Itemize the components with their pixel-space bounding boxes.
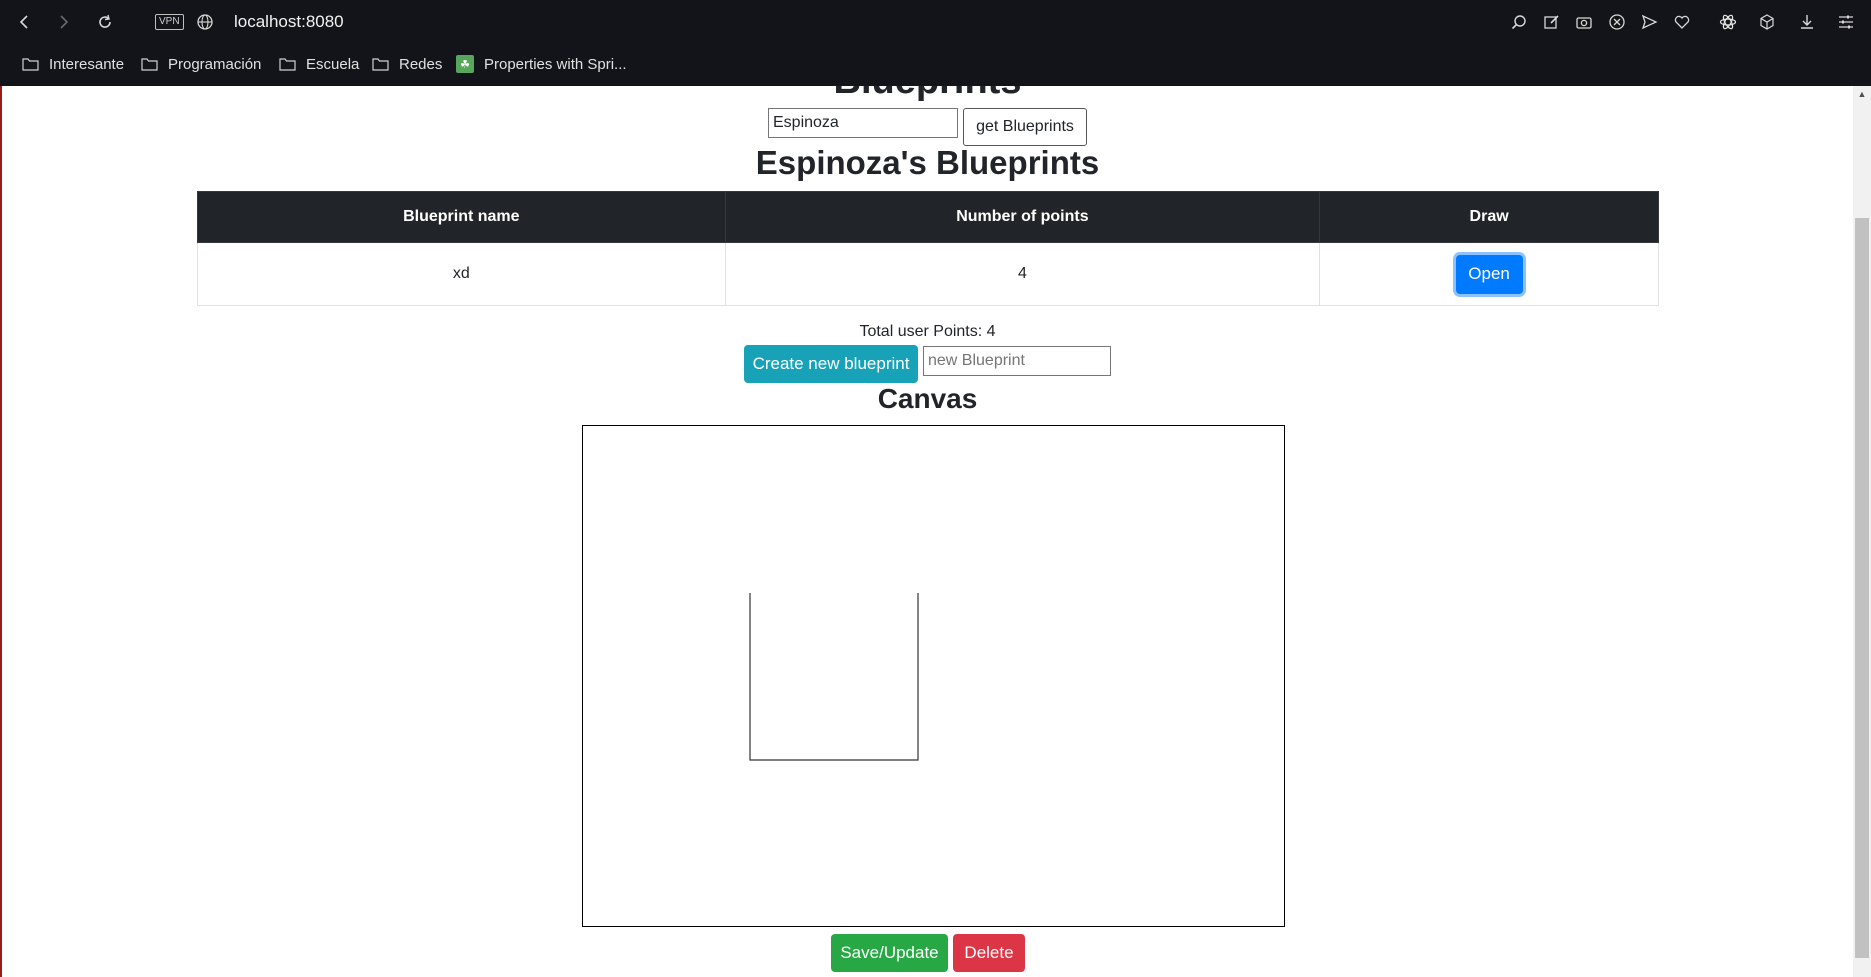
globe-icon[interactable] [194, 11, 216, 33]
bookmarks-bar: Interesante Programación Escuela Redes ☘… [0, 52, 1871, 76]
edit-icon[interactable] [1541, 11, 1563, 33]
send-icon[interactable] [1638, 11, 1660, 33]
bookmark-interesante[interactable]: Interesante [22, 52, 124, 76]
create-blueprint-button[interactable]: Create new blueprint [744, 345, 918, 383]
close-circle-icon[interactable] [1606, 11, 1628, 33]
page-content: Blueprints get Blueprints Espinoza's Blu… [2, 86, 1853, 977]
save-update-button[interactable]: Save/Update [831, 934, 948, 972]
column-header-points: Number of points [724, 191, 1321, 243]
forward-icon[interactable] [52, 11, 74, 33]
address-bar[interactable]: localhost:8080 [234, 11, 344, 33]
bookmark-label: Interesante [49, 55, 125, 73]
reload-icon[interactable] [94, 11, 116, 33]
scroll-up-arrow-icon[interactable]: ▲ [1853, 86, 1871, 102]
bookmark-redes[interactable]: Redes [372, 52, 442, 76]
new-blueprint-input[interactable] [923, 346, 1111, 376]
atom-icon[interactable] [1717, 11, 1739, 33]
browser-chrome: VPN localhost:8080 Interesante Programac… [0, 0, 1871, 86]
heart-icon[interactable] [1671, 11, 1693, 33]
settings-sliders-icon[interactable] [1835, 11, 1857, 33]
browser-toolbar: VPN localhost:8080 [0, 0, 1871, 44]
draw-cell: Open [1319, 242, 1659, 306]
camera-icon[interactable] [1573, 11, 1595, 33]
blueprint-name-cell: xd [197, 242, 726, 306]
delete-button[interactable]: Delete [953, 934, 1025, 972]
table-row: xd 4 Open [197, 242, 1659, 306]
search-page-icon[interactable] [1508, 11, 1530, 33]
create-blueprint-row: Create new blueprint [744, 345, 1111, 383]
column-header-name: Blueprint name [197, 191, 726, 243]
table-header-row: Blueprint name Number of points Draw [197, 191, 1659, 243]
spring-leaf-icon: ☘ [456, 55, 474, 73]
vpn-badge[interactable]: VPN [155, 14, 184, 30]
author-search-row: get Blueprints [768, 108, 1087, 146]
total-user-points: Total user Points: 4 [859, 323, 996, 340]
blueprints-table: Blueprint name Number of points Draw xd … [197, 191, 1659, 306]
bookmark-label: Properties with Spri... [484, 55, 627, 73]
bookmark-programacion[interactable]: Programación [141, 52, 261, 76]
blueprint-drawing [749, 593, 919, 761]
scrollbar-thumb[interactable] [1855, 218, 1869, 958]
canvas-title: Canvas [877, 383, 978, 414]
cube-icon[interactable] [1756, 11, 1778, 33]
folder-icon [279, 57, 296, 71]
folder-icon [141, 57, 158, 71]
back-icon[interactable] [14, 11, 36, 33]
get-blueprints-button[interactable]: get Blueprints [963, 108, 1087, 146]
page-heading: Blueprints [2, 86, 1853, 103]
bookmark-properties-spring[interactable]: ☘ Properties with Spri... [456, 52, 627, 76]
folder-icon [22, 57, 39, 71]
user-blueprints-title: Espinoza's Blueprints [755, 144, 1100, 181]
bookmark-escuela[interactable]: Escuela [279, 52, 359, 76]
bookmark-label: Redes [399, 55, 443, 73]
bookmark-label: Programación [168, 55, 262, 73]
author-input[interactable] [768, 108, 958, 138]
blueprint-points-cell: 4 [724, 242, 1321, 306]
canvas-actions: Save/Update Delete [831, 934, 1025, 972]
open-blueprint-button[interactable]: Open [1455, 254, 1523, 294]
download-icon[interactable] [1796, 11, 1818, 33]
drawing-canvas[interactable] [582, 425, 1285, 927]
column-header-draw: Draw [1319, 191, 1659, 243]
bookmark-label: Escuela [306, 55, 360, 73]
folder-icon [372, 57, 389, 71]
